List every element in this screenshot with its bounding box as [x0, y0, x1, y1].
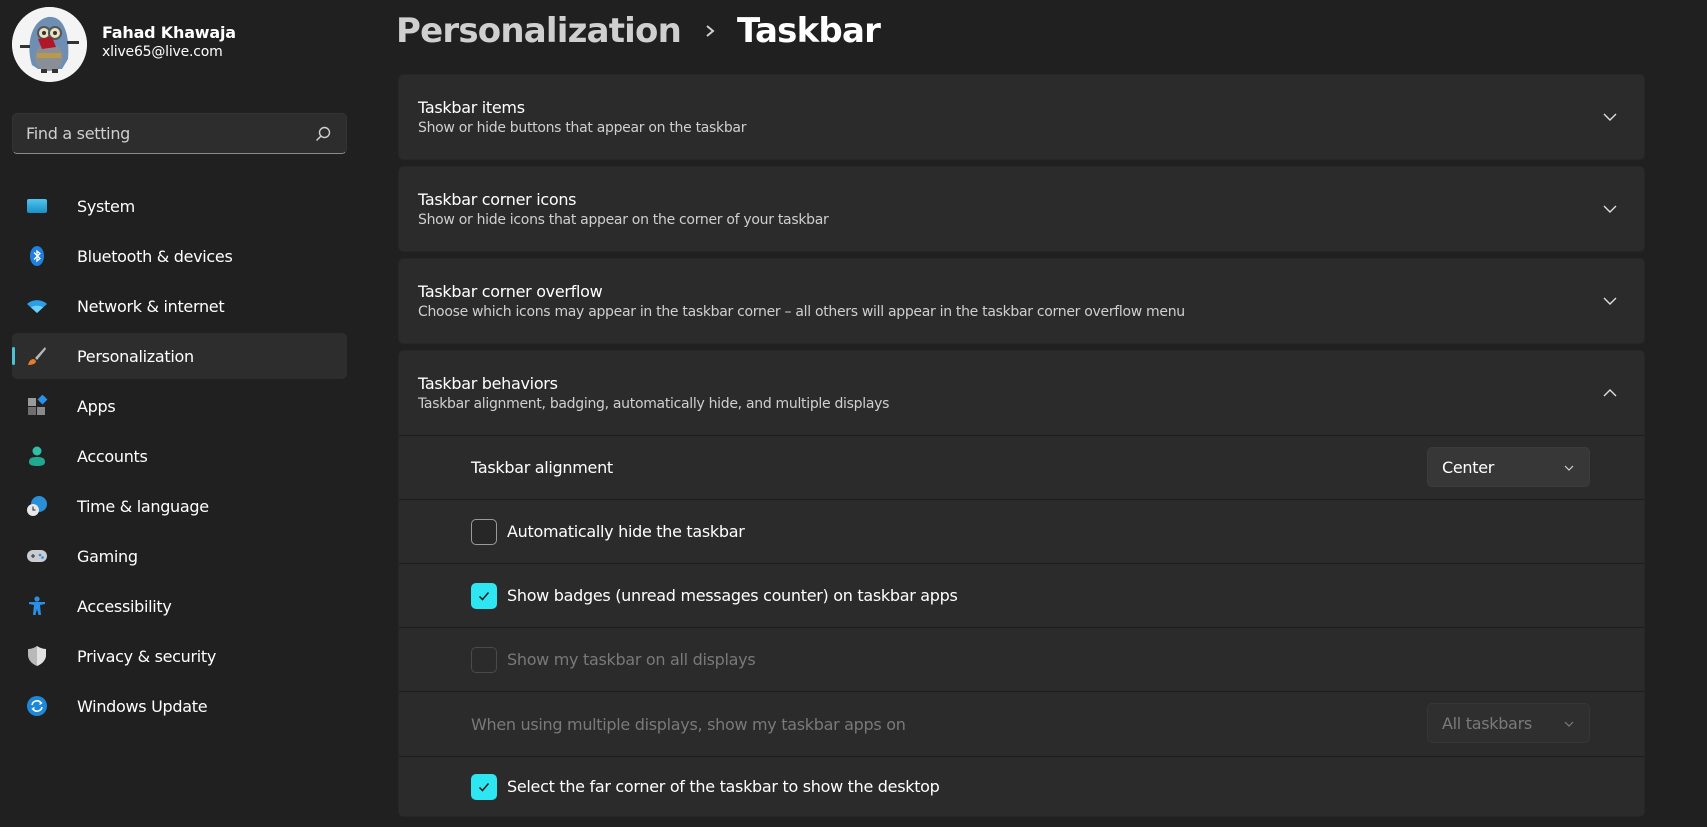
card-title: Taskbar corner overflow [418, 281, 603, 301]
setting-label: When using multiple displays, show my ta… [471, 714, 906, 734]
globe-clock-icon [26, 495, 48, 517]
sidebar-item-system[interactable]: System [12, 183, 347, 229]
card-title: Taskbar corner icons [418, 189, 577, 209]
card-description: Show or hide icons that appear on the co… [418, 211, 829, 228]
wifi-icon [26, 295, 48, 317]
sidebar-item-label: Gaming [77, 546, 138, 566]
sidebar-item-label: System [77, 196, 135, 216]
chevron-down-icon[interactable] [1602, 201, 1618, 217]
setting-label[interactable]: Automatically hide the taskbar [507, 522, 745, 541]
chevron-down-icon [1564, 721, 1574, 727]
auto-hide-checkbox[interactable] [471, 518, 497, 545]
user-profile[interactable]: Fahad Khawaja xlive65@live.com [12, 6, 236, 82]
card-title: Taskbar behaviors [418, 373, 558, 393]
sidebar-item-label: Accounts [77, 446, 148, 466]
update-icon [26, 695, 48, 717]
sidebar-item-time-language[interactable]: Time & language [12, 483, 347, 529]
setting-far-corner: Select the far corner of the taskbar to … [399, 756, 1644, 816]
checkmark-icon [478, 782, 490, 792]
card-taskbar-behaviors: Taskbar behaviors Taskbar alignment, bad… [398, 350, 1645, 817]
card-header[interactable]: Taskbar corner icons Show or hide icons … [399, 167, 1644, 251]
setting-label: Show my taskbar on all displays [507, 650, 756, 669]
breadcrumb: Personalization Taskbar [396, 6, 881, 56]
sidebar-item-bluetooth[interactable]: Bluetooth & devices [12, 233, 347, 279]
card-description: Choose which icons may appear in the tas… [418, 303, 1185, 320]
setting-multi-display-apps: When using multiple displays, show my ta… [399, 691, 1644, 756]
sidebar-item-label: Privacy & security [77, 646, 217, 666]
card-taskbar-items: Taskbar items Show or hide buttons that … [398, 74, 1645, 160]
setting-label[interactable]: Show badges (unread messages counter) on… [507, 586, 958, 605]
dropdown-value: All taskbars [1442, 713, 1532, 733]
sidebar-item-network[interactable]: Network & internet [12, 283, 347, 329]
multi-display-dropdown[interactable]: All taskbars [1427, 703, 1590, 743]
sidebar-item-label: Accessibility [77, 596, 172, 616]
sidebar-item-label: Windows Update [77, 696, 208, 716]
card-description: Show or hide buttons that appear on the … [418, 119, 747, 136]
card-header[interactable]: Taskbar items Show or hide buttons that … [399, 75, 1644, 159]
sidebar-item-personalization[interactable]: Personalization [12, 333, 347, 379]
alignment-dropdown[interactable]: Center [1427, 447, 1590, 487]
search-box[interactable] [12, 113, 347, 154]
card-taskbar-corner-overflow: Taskbar corner overflow Choose which ico… [398, 258, 1645, 344]
accessibility-icon [26, 595, 48, 617]
chevron-up-icon[interactable] [1602, 385, 1618, 401]
sidebar-item-gaming[interactable]: Gaming [12, 533, 347, 579]
page-title: Taskbar [737, 11, 881, 51]
avatar-minion-image [12, 6, 87, 82]
sidebar-item-apps[interactable]: Apps [12, 383, 347, 429]
profile-name: Fahad Khawaja [102, 22, 236, 42]
sidebar-item-label: Bluetooth & devices [77, 246, 233, 266]
apps-icon [26, 395, 48, 417]
setting-show-badges: Show badges (unread messages counter) on… [399, 563, 1644, 627]
search-input[interactable] [26, 124, 306, 143]
search-icon[interactable] [314, 125, 332, 143]
setting-taskbar-alignment: Taskbar alignment Center [399, 435, 1644, 499]
all-displays-checkbox[interactable] [471, 646, 497, 673]
card-header[interactable]: Taskbar corner overflow Choose which ico… [399, 259, 1644, 343]
paintbrush-icon [26, 345, 48, 367]
dropdown-value: Center [1442, 457, 1495, 477]
setting-label[interactable]: Select the far corner of the taskbar to … [507, 777, 940, 796]
sidebar-item-label: Apps [77, 396, 116, 416]
sidebar-item-windows-update[interactable]: Windows Update [12, 683, 347, 729]
card-taskbar-corner-icons: Taskbar corner icons Show or hide icons … [398, 166, 1645, 252]
sidebar-item-privacy[interactable]: Privacy & security [12, 633, 347, 679]
gamepad-icon [26, 545, 48, 567]
active-indicator [12, 347, 15, 365]
sidebar-item-label: Network & internet [77, 296, 225, 316]
chevron-down-icon [1564, 465, 1574, 471]
person-icon [26, 445, 48, 467]
profile-email: xlive65@live.com [102, 43, 223, 60]
settings-cards: Taskbar items Show or hide buttons that … [398, 74, 1645, 823]
settings-window: Fahad Khawaja xlive65@live.com System [0, 0, 1707, 827]
bluetooth-icon [26, 245, 48, 267]
checkmark-icon [478, 591, 490, 601]
card-title: Taskbar items [418, 97, 525, 117]
card-header[interactable]: Taskbar behaviors Taskbar alignment, bad… [399, 351, 1644, 435]
sidebar-item-label: Time & language [77, 496, 209, 516]
chevron-down-icon[interactable] [1602, 293, 1618, 309]
setting-auto-hide: Automatically hide the taskbar [399, 499, 1644, 563]
breadcrumb-parent[interactable]: Personalization [396, 11, 682, 51]
far-corner-checkbox[interactable] [471, 773, 497, 800]
card-description: Taskbar alignment, badging, automaticall… [418, 395, 890, 412]
chevron-right-icon [706, 25, 715, 37]
sidebar: Fahad Khawaja xlive65@live.com System [0, 0, 360, 827]
sidebar-item-accounts[interactable]: Accounts [12, 433, 347, 479]
setting-all-displays: Show my taskbar on all displays [399, 627, 1644, 691]
sidebar-item-label: Personalization [77, 346, 194, 366]
show-badges-checkbox[interactable] [471, 582, 497, 609]
shield-icon [26, 645, 48, 667]
chevron-down-icon[interactable] [1602, 109, 1618, 125]
monitor-icon [26, 195, 48, 217]
setting-label: Taskbar alignment [471, 458, 613, 477]
sidebar-nav: System Bluetooth & devices Network & int… [12, 183, 347, 733]
sidebar-item-accessibility[interactable]: Accessibility [12, 583, 347, 629]
avatar[interactable] [12, 6, 87, 82]
